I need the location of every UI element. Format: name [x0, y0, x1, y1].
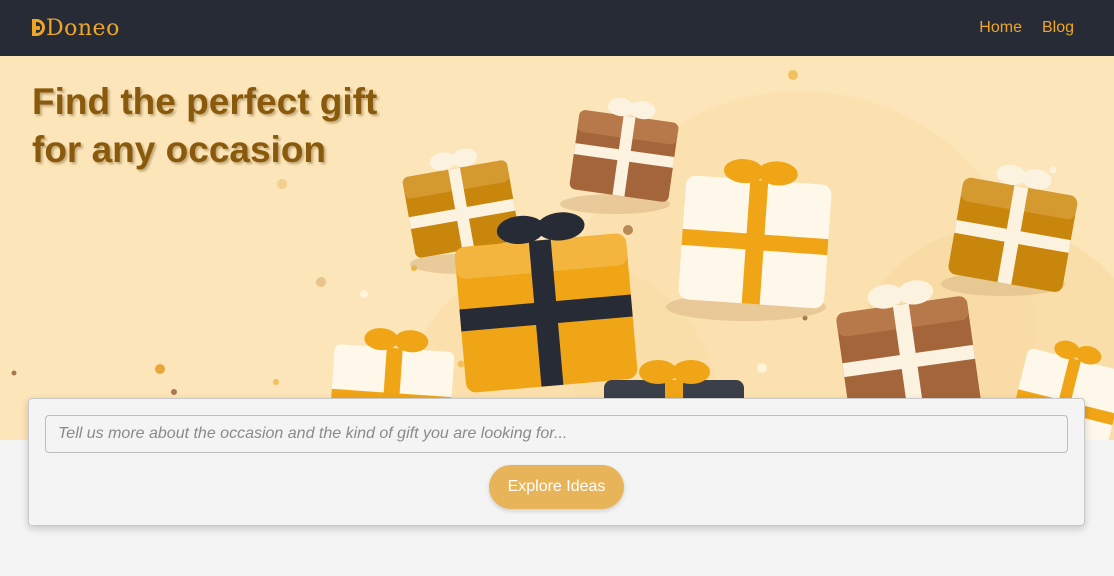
- occasion-search-input[interactable]: [45, 415, 1068, 453]
- search-card: Explore Ideas: [28, 398, 1085, 526]
- gift-box-icon: [569, 97, 679, 202]
- explore-ideas-button[interactable]: Explore Ideas: [489, 465, 624, 509]
- nav-link-blog[interactable]: Blog: [1042, 19, 1074, 37]
- nav-link-home[interactable]: Home: [979, 19, 1022, 37]
- brand-name: Doneo: [46, 15, 120, 41]
- headline-line-2: for any occasion: [32, 129, 327, 170]
- hero-headline: Find the perfect gift for any occasion: [32, 78, 452, 174]
- brand-logo[interactable]: Doneo: [32, 16, 120, 41]
- doneo-logo-icon: [32, 18, 45, 36]
- top-navbar: Doneo Home Blog: [0, 0, 1114, 56]
- nav-links: Home Blog: [979, 19, 1074, 37]
- headline-line-1: Find the perfect gift: [32, 81, 378, 122]
